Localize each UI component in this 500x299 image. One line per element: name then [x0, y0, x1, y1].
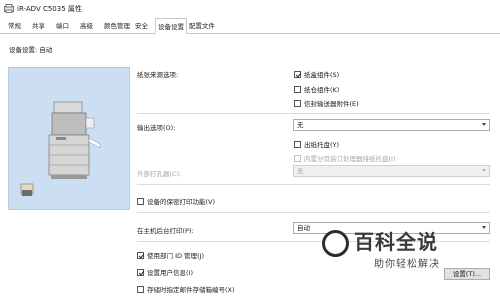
- device-setting-mode: 设备设置: 自动: [9, 46, 53, 54]
- watermark-title: 百科全说: [354, 230, 438, 254]
- output-options-select[interactable]: 无: [293, 119, 490, 131]
- copier-illustration: [20, 101, 101, 196]
- printer-preview: [8, 67, 130, 210]
- output-options-label: 输出选项(O):: [137, 124, 176, 132]
- checkbox-label: 存储时指定邮件存储箱编号(X): [147, 286, 235, 294]
- title-bar: iR-ADV C5035 属性: [0, 0, 500, 18]
- checkbox-label: 内置分页装订处理器排纸托盘(I): [304, 155, 396, 163]
- secure-print-checkbox[interactable]: 设备的保密打印功能(V): [137, 196, 215, 206]
- tab-advanced[interactable]: 高级: [78, 20, 95, 34]
- chevron-down-icon: [482, 226, 486, 229]
- checkbox-box[interactable]: [137, 251, 144, 259]
- envelope-feeder-checkbox[interactable]: 信封输送器附件(E): [294, 98, 359, 108]
- cassette-unit-checkbox[interactable]: 纸盒组件(S): [294, 69, 339, 79]
- checkbox-label: 纸盒组件(S): [304, 71, 340, 79]
- tab-device-settings[interactable]: 设备设置: [155, 18, 187, 34]
- paper-deck-checkbox[interactable]: 纸仓组件(K): [294, 84, 339, 94]
- printer-icon: [4, 4, 14, 13]
- mailbox-number-checkbox[interactable]: 存储时指定邮件存储箱编号(X): [137, 284, 235, 294]
- chevron-down-icon: [482, 169, 486, 172]
- watermark: 百科全说 助你轻松解决: [322, 226, 472, 278]
- checkbox-label: 出纸托盘(Y): [304, 141, 340, 149]
- tab-general[interactable]: 常规: [6, 20, 23, 34]
- window-title: iR-ADV C5035 属性: [17, 5, 82, 13]
- checkbox-box[interactable]: [294, 140, 301, 148]
- checkbox-box: [294, 154, 301, 162]
- tab-profile[interactable]: 配置文件: [187, 20, 217, 34]
- checkbox-box[interactable]: [137, 268, 144, 276]
- paper-source-label: 纸张来源选项:: [137, 71, 179, 79]
- checkbox-box[interactable]: [137, 197, 144, 205]
- select-value: 无: [297, 121, 304, 129]
- tab-strip: 常规 共享 端口 高级 颜色管理 安全 设备设置 配置文件: [0, 18, 500, 34]
- finisher-tray-checkbox: 内置分页装订处理器排纸托盘(I): [294, 153, 396, 163]
- checkbox-label: 设置用户信息(I): [147, 269, 193, 277]
- tab-security[interactable]: 安全: [133, 20, 150, 34]
- punch-label: 外部打孔器(C):: [137, 170, 182, 178]
- checkbox-box[interactable]: [137, 285, 144, 293]
- checkbox-box[interactable]: [294, 85, 301, 93]
- host-spool-label: 在主机后台打印(P):: [137, 227, 194, 235]
- punch-select: 无: [293, 165, 490, 177]
- tab-color-management[interactable]: 颜色管理: [102, 20, 132, 34]
- watermark-subtitle: 助你轻松解决: [374, 259, 440, 270]
- tab-ports[interactable]: 端口: [54, 20, 71, 34]
- checkbox-box[interactable]: [294, 70, 301, 78]
- watermark-logo-icon: [322, 230, 349, 257]
- chevron-down-icon: [482, 123, 486, 126]
- select-value: 自动: [297, 224, 310, 232]
- checkbox-label: 纸仓组件(K): [304, 86, 340, 94]
- department-id-checkbox[interactable]: 使用部门 ID 管理(J): [137, 250, 204, 260]
- divider: [137, 113, 490, 114]
- divider: [137, 184, 490, 185]
- checkbox-label: 使用部门 ID 管理(J): [147, 252, 205, 260]
- checkbox-box[interactable]: [294, 99, 301, 107]
- select-value: 无: [297, 167, 304, 175]
- tab-sharing[interactable]: 共享: [30, 20, 47, 34]
- user-info-checkbox[interactable]: 设置用户信息(I): [137, 267, 193, 277]
- checkbox-label: 设备的保密打印功能(V): [147, 198, 216, 206]
- output-tray-checkbox[interactable]: 出纸托盘(Y): [294, 139, 339, 149]
- checkbox-label: 信封输送器附件(E): [304, 100, 359, 108]
- divider: [137, 212, 490, 213]
